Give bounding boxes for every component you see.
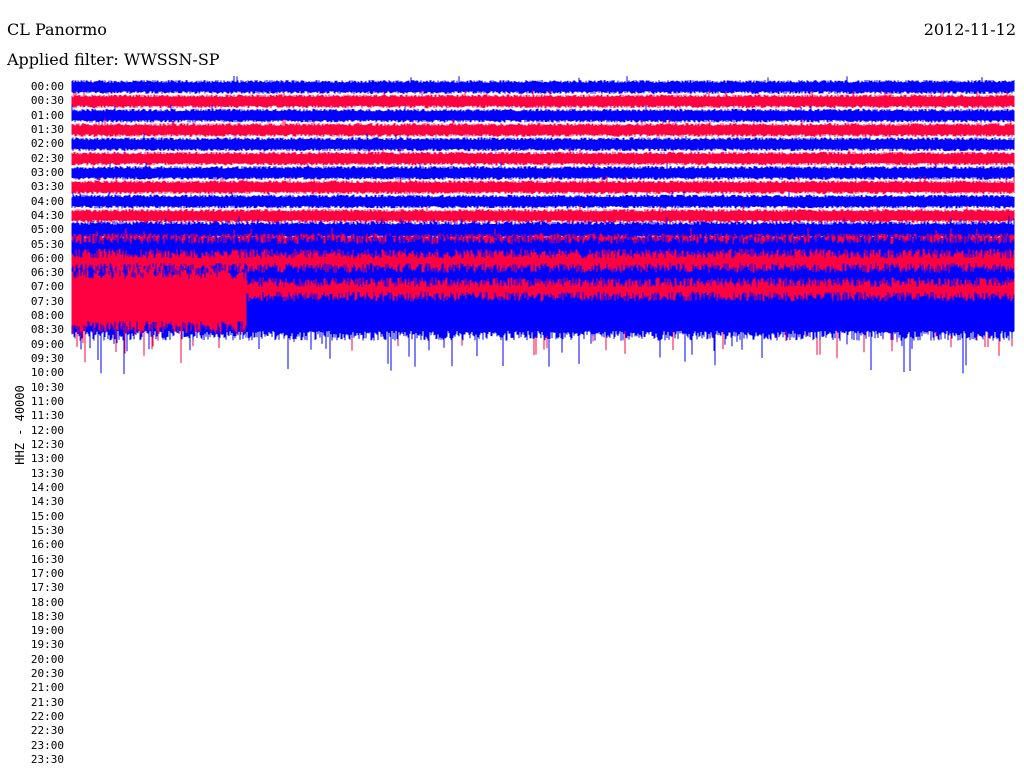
trace-plot [71, 76, 1015, 375]
helicorder-chart: CL Panormo 2012-11-12 Applied filter: WW… [0, 0, 1024, 780]
trace-row [71, 133, 1015, 152]
trace-row [71, 76, 1015, 94]
trace-row [71, 205, 1015, 223]
